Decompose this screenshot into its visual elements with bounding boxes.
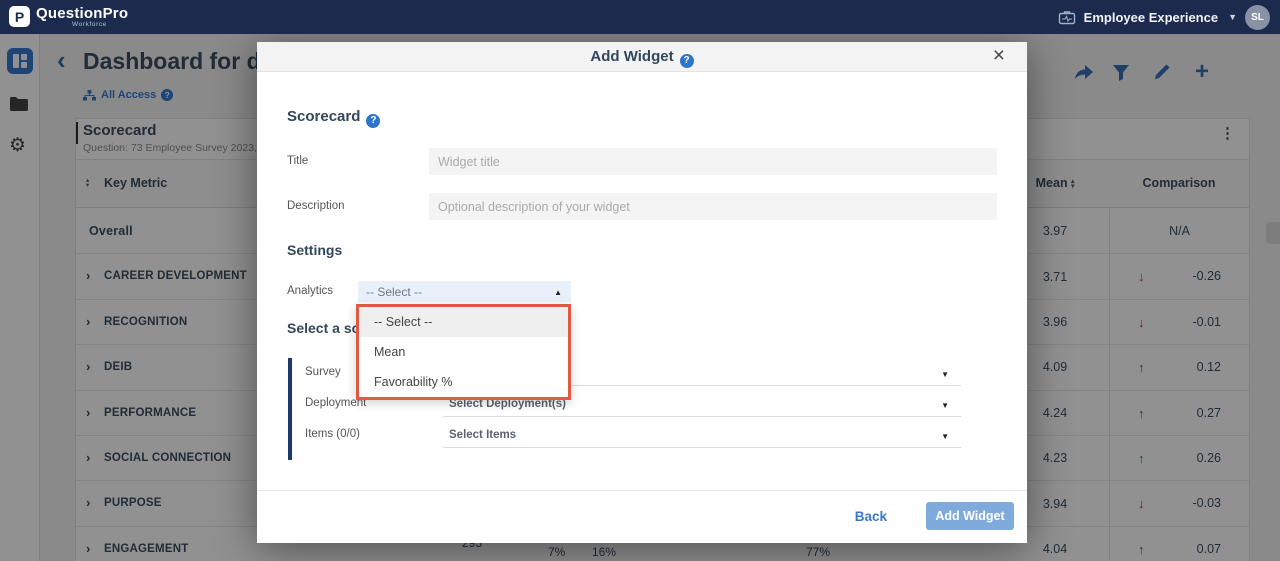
add-widget-button[interactable]: Add Widget <box>926 502 1014 530</box>
questionpro-logo-icon[interactable]: P <box>9 6 30 27</box>
source-accent-bar <box>288 358 292 460</box>
analytics-select[interactable]: -- Select -- ▲ <box>358 281 571 302</box>
modal-header: Add Widget? × <box>257 42 1027 72</box>
modal-footer: Back Add Widget <box>257 490 1027 543</box>
caret-down-icon: ▼ <box>941 432 949 441</box>
caret-down-icon: ▼ <box>941 370 949 379</box>
items-field-label: Items (0/0) <box>305 428 360 440</box>
modal-help-icon[interactable]: ? <box>679 53 694 68</box>
survey-field-label: Survey <box>305 366 341 378</box>
top-navigation-bar: P QuestionPro Workforce Employee Experie… <box>0 0 1280 34</box>
dropdown-option-favorability[interactable]: Favorability % <box>359 367 568 397</box>
brand-subtitle: Workforce <box>72 21 107 28</box>
modal-title: Add Widget <box>590 48 674 65</box>
settings-heading: Settings <box>287 242 343 258</box>
description-input[interactable]: Optional description of your widget <box>429 193 997 220</box>
dropdown-option-select[interactable]: -- Select -- <box>359 307 568 337</box>
caret-up-icon: ▲ <box>554 288 562 297</box>
product-caret-icon[interactable]: ▼ <box>1228 12 1237 22</box>
brand-name[interactable]: QuestionPro <box>36 5 128 22</box>
product-switcher[interactable]: Employee Experience <box>1084 10 1218 25</box>
user-avatar[interactable]: SL <box>1245 4 1270 30</box>
add-widget-modal: Add Widget? × Scorecard? Title Widget ti… <box>257 42 1027 543</box>
description-field-label: Description <box>287 200 345 212</box>
items-select[interactable]: Select Items ▼ <box>443 426 961 448</box>
briefcase-pulse-icon <box>1058 10 1075 24</box>
scorecard-help-icon[interactable]: ? <box>366 113 381 128</box>
app-root: P QuestionPro Workforce Employee Experie… <box>0 0 1280 561</box>
widget-type-heading: Scorecard <box>287 108 361 125</box>
caret-down-icon: ▼ <box>941 401 949 410</box>
analytics-field-label: Analytics <box>287 285 334 297</box>
back-button[interactable]: Back <box>855 509 887 524</box>
title-input[interactable]: Widget title <box>429 148 997 175</box>
close-icon[interactable]: × <box>993 44 1005 68</box>
dropdown-option-mean[interactable]: Mean <box>359 337 568 367</box>
analytics-dropdown-panel: -- Select -- Mean Favorability % <box>356 304 571 400</box>
title-field-label: Title <box>287 155 309 167</box>
